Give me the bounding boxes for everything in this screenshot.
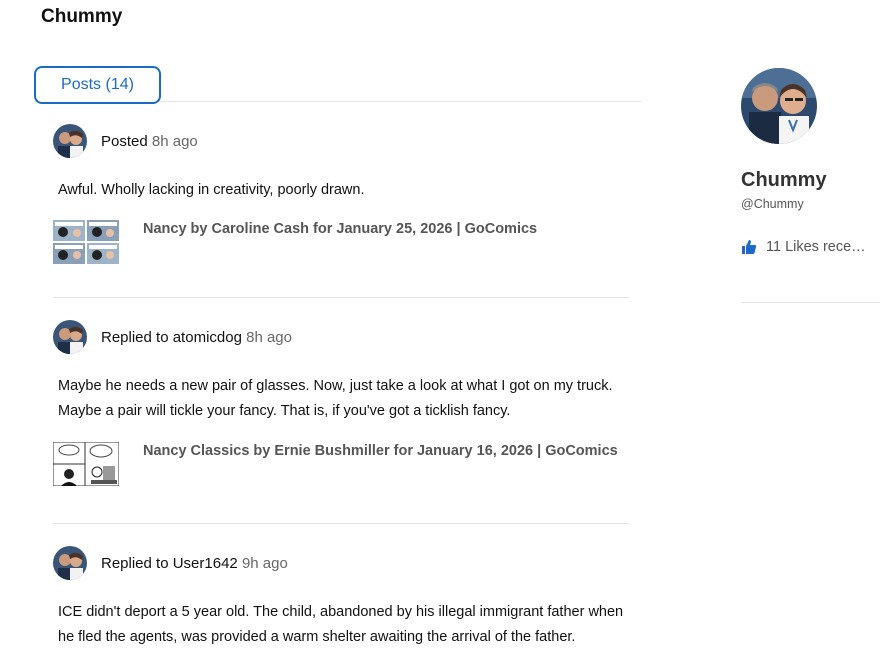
post-meta: Replied to User1642 9h ago [101,555,288,572]
profile-handle: @Chummy [741,197,804,211]
profile-avatar[interactable] [741,68,817,144]
comic-link-card[interactable]: Nancy by Caroline Cash for January 25, 2… [53,220,629,288]
post-time: 8h ago [246,328,292,346]
post-time: 8h ago [151,132,198,150]
post-time: 9h ago [241,554,288,572]
thumbs-up-icon [741,239,757,255]
avatar[interactable] [53,124,87,158]
post-action: Replied to [101,554,169,572]
likes-received: 11 Likes rece… [741,239,880,255]
comic-link-title[interactable]: Nancy by Caroline Cash for January 25, 2… [143,218,537,241]
page-title: Chummy [41,6,123,27]
post-text: Maybe he needs a new pair of glasses. No… [58,378,613,419]
post-meta: Posted 8h ago [101,133,198,150]
post-action: Posted [101,132,148,150]
comic-thumbnail [52,441,120,487]
avatar[interactable] [53,320,87,354]
post-meta: Replied to atomicdog 8h ago [101,329,292,346]
comic-link-title[interactable]: Nancy Classics by Ernie Bushmiller for J… [143,440,618,463]
tab-posts[interactable]: Posts (14) [34,66,161,104]
post-item: Replied to User1642 9h ago ICE didn't de… [53,524,629,650]
comic-thumbnail [53,220,119,264]
reply-target-link[interactable]: User1642 [173,555,238,572]
profile-sidebar: Chummy @Chummy 11 Likes rece… [741,68,880,303]
post-item: Posted 8h ago Awful. Wholly lacking in c… [53,102,629,298]
reply-target-link[interactable]: atomicdog [173,329,242,346]
post-text: Awful. Wholly lacking in creativity, poo… [58,182,365,198]
post-text: ICE didn't deport a 5 year old. The chil… [58,604,624,645]
post-action: Replied to [101,328,169,346]
post-feed: Posted 8h ago Awful. Wholly lacking in c… [52,102,629,650]
likes-label: 11 Likes rece… [766,239,866,255]
avatar[interactable] [53,546,87,580]
comic-link-card[interactable]: Nancy Classics by Ernie Bushmiller for J… [52,440,629,510]
tab-bar: Posts (14) [34,66,641,104]
post-item: Replied to atomicdog 8h ago Maybe he nee… [52,298,629,524]
profile-name: Chummy [741,169,827,191]
